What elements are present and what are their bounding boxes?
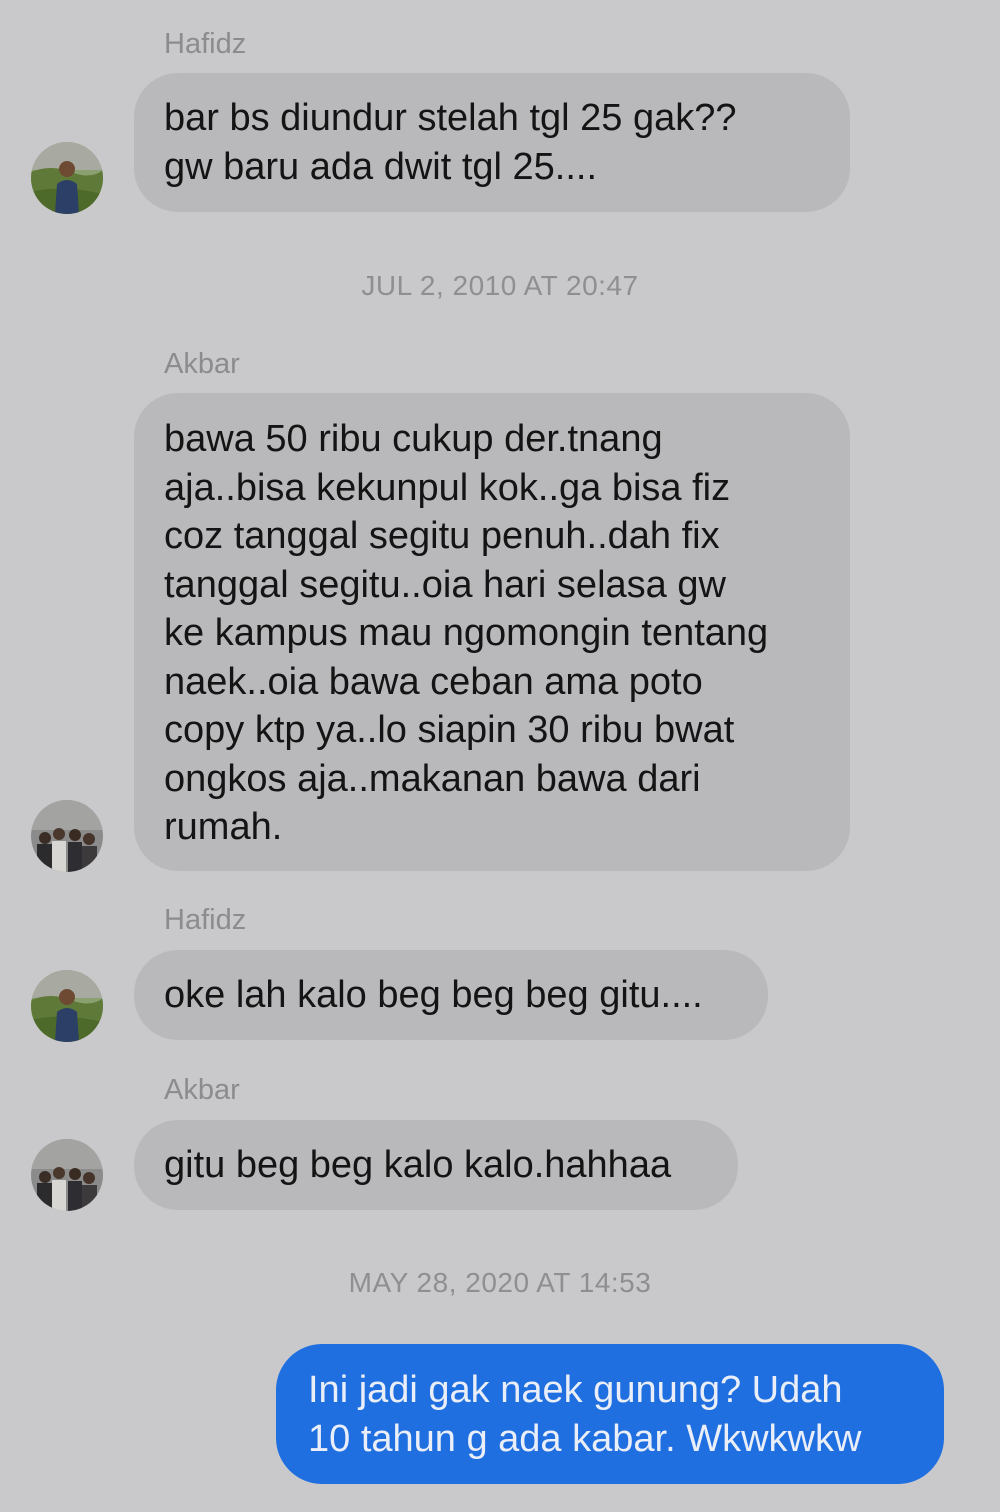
incoming-message-bubble[interactable]: bawa 50 ribu cukup der.tnang aja..bisa k… bbox=[134, 393, 850, 871]
incoming-message-bubble[interactable]: oke lah kalo beg beg beg gitu.... bbox=[134, 950, 768, 1040]
incoming-message-bubble[interactable]: bar bs diundur stelah tgl 25 gak?? gw ba… bbox=[134, 73, 850, 212]
chat-screen: Hafidz bar bs diundur stelah tgl 25 gak?… bbox=[0, 0, 1000, 1512]
group-photo-avatar-icon bbox=[31, 800, 103, 872]
akbar-avatar[interactable] bbox=[31, 800, 103, 872]
incoming-message-bubble[interactable]: gitu beg beg kalo kalo.hahhaa bbox=[134, 1120, 738, 1210]
akbar-avatar[interactable] bbox=[31, 1139, 103, 1211]
person-on-green-hill-avatar-icon bbox=[31, 970, 103, 1042]
sender-name-hafidz: Hafidz bbox=[164, 28, 247, 60]
outgoing-message-bubble[interactable]: Ini jadi gak naek gunung? Udah 10 tahun … bbox=[276, 1344, 944, 1484]
sender-name-akbar: Akbar bbox=[164, 348, 240, 380]
group-photo-avatar-icon bbox=[31, 1139, 103, 1211]
sender-name-hafidz: Hafidz bbox=[164, 904, 247, 936]
hafidz-avatar[interactable] bbox=[31, 970, 103, 1042]
timestamp-divider: JUL 2, 2010 AT 20:47 bbox=[361, 270, 639, 301]
person-on-green-hill-avatar-icon bbox=[31, 142, 103, 214]
timestamp-divider: MAY 28, 2020 AT 14:53 bbox=[348, 1267, 652, 1298]
sender-name-akbar: Akbar bbox=[164, 1074, 240, 1106]
hafidz-avatar[interactable] bbox=[31, 142, 103, 214]
